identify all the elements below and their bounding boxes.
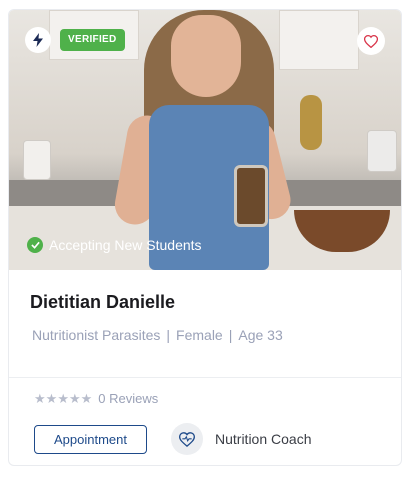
coach-gender: Female bbox=[176, 327, 223, 343]
favorite-button[interactable] bbox=[357, 27, 385, 55]
accepting-students-label: Accepting New Students bbox=[49, 237, 202, 253]
heart-pulse-icon bbox=[171, 423, 203, 455]
person-face bbox=[171, 15, 241, 97]
coach-name: Dietitian Danielle bbox=[30, 292, 176, 312]
canister bbox=[367, 130, 397, 172]
coach-type-label: Nutrition Coach bbox=[215, 431, 312, 447]
pitcher bbox=[23, 140, 51, 180]
verified-badge: VERIFIED bbox=[60, 29, 125, 51]
check-circle-icon bbox=[27, 237, 43, 253]
profile-photo: VERIFIED Accepting New Students bbox=[9, 10, 401, 270]
separator: | bbox=[166, 327, 171, 343]
pineapple bbox=[300, 95, 322, 150]
star-icon: ★ bbox=[57, 390, 69, 406]
rating: ★ ★ ★ ★ ★ 0 Reviews bbox=[34, 391, 158, 406]
divider bbox=[9, 377, 401, 378]
appointment-button[interactable]: Appointment bbox=[34, 425, 147, 454]
star-icon: ★ bbox=[34, 390, 46, 406]
coach-type: Nutrition Coach bbox=[171, 423, 312, 455]
coach-age: Age 33 bbox=[238, 327, 283, 343]
reviews-count: 0 Reviews bbox=[98, 391, 159, 406]
coach-details: Nutritionist Parasites | Female | Age 33 bbox=[32, 327, 283, 343]
kitchen-cabinet bbox=[279, 10, 359, 70]
star-icon: ★ bbox=[80, 390, 93, 406]
smoothie-jar bbox=[234, 165, 268, 227]
accepting-students-status: Accepting New Students bbox=[27, 237, 202, 253]
lightning-bolt-icon bbox=[25, 27, 51, 53]
heart-outline-icon bbox=[364, 34, 378, 48]
star-icon: ★ bbox=[68, 390, 81, 406]
coach-specialty: Nutritionist Parasites bbox=[32, 327, 161, 343]
separator: | bbox=[228, 327, 233, 343]
coach-card[interactable]: VERIFIED Accepting New Students Dietitia… bbox=[8, 9, 402, 466]
star-icon: ★ bbox=[45, 390, 58, 406]
